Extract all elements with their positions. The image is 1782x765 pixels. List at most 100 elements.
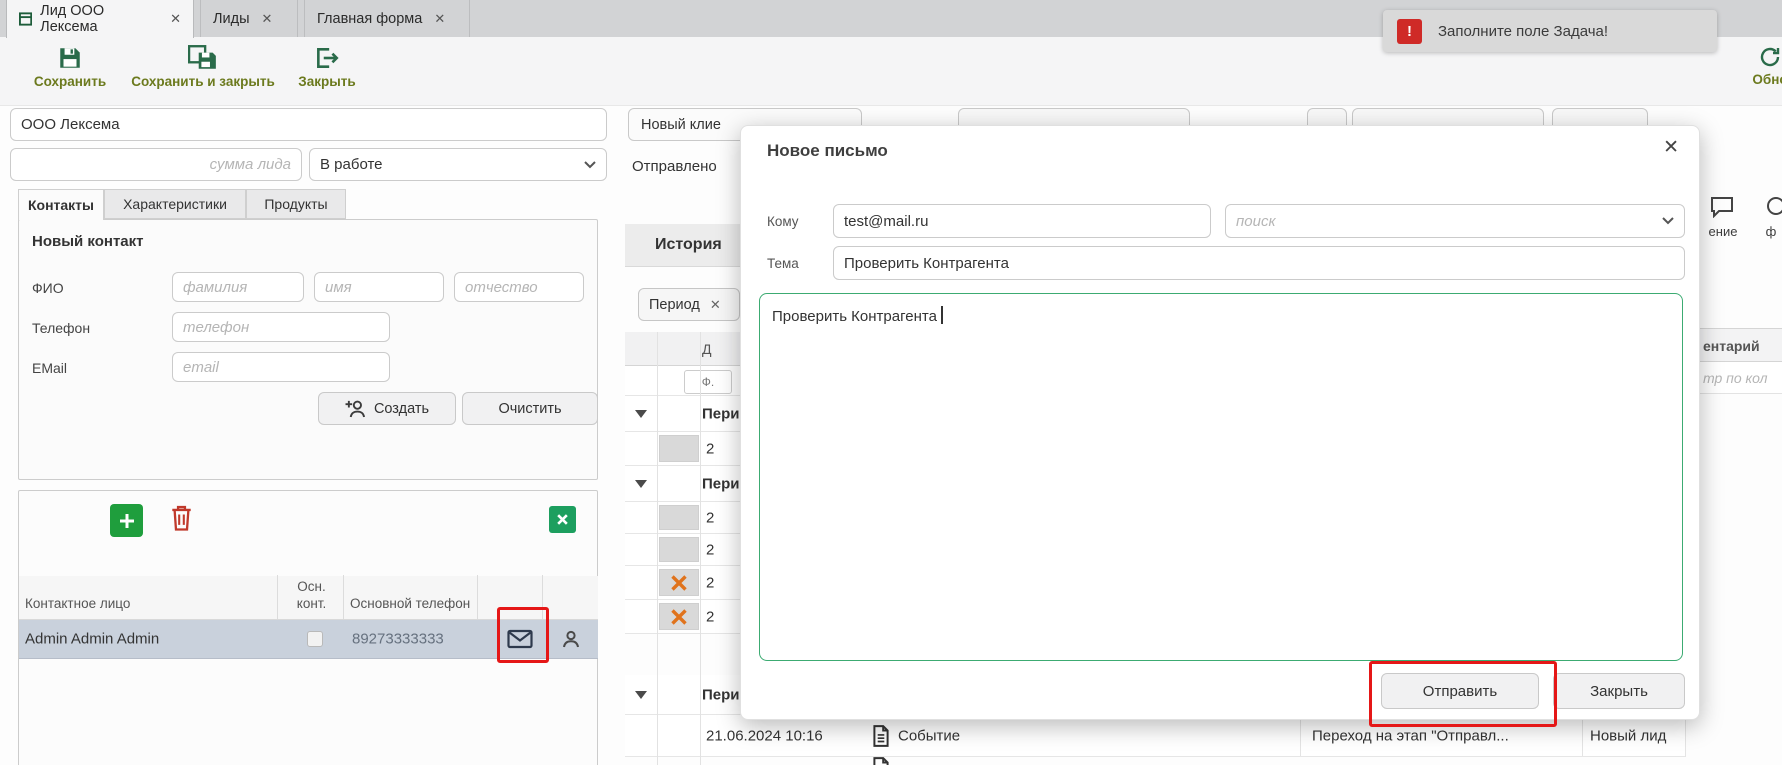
to-label: Кому xyxy=(767,214,799,229)
excel-x-icon xyxy=(556,513,569,526)
row-marker-cell xyxy=(659,505,699,530)
save-close-icon xyxy=(188,45,218,71)
recipient-search-select[interactable]: поиск xyxy=(1225,204,1685,238)
new-client-label: Новый клие xyxy=(641,117,721,133)
text-cursor xyxy=(941,306,943,324)
triangle-down-icon[interactable] xyxy=(635,410,647,418)
tab-characteristics-label: Характеристики xyxy=(123,196,227,212)
row-date: 2 xyxy=(706,608,714,625)
event-stage: Новый лид xyxy=(1590,727,1666,744)
export-excel-button[interactable] xyxy=(549,506,576,533)
clear-contact-button[interactable]: Очистить xyxy=(462,392,598,425)
refresh-button[interactable]: Обно xyxy=(1740,45,1782,87)
validation-toast: ! Заполните поле Задача! xyxy=(1383,10,1717,52)
search-placeholder: поиск xyxy=(1236,213,1276,230)
new-contact-title: Новый контакт xyxy=(32,233,144,250)
col-contact-person: Контактное лицо xyxy=(19,575,278,619)
middlename-input[interactable] xyxy=(454,272,584,302)
annotation-envelope xyxy=(497,607,549,663)
sent-status-text: Отправлено xyxy=(632,152,717,180)
save-and-close-button[interactable]: Сохранить и закрыть xyxy=(128,45,278,89)
close-icon[interactable]: ✕ xyxy=(710,297,721,313)
trash-icon xyxy=(170,504,193,532)
history-filter-text: Ф. xyxy=(702,375,714,389)
col-main-phone: Основной телефон xyxy=(344,575,478,619)
tab-label: Главная форма xyxy=(317,11,422,27)
history-filter-input[interactable]: Ф. xyxy=(684,370,732,394)
history-col-header: Д xyxy=(702,341,711,357)
firstname-input[interactable] xyxy=(314,272,444,302)
save-button[interactable]: Сохранить xyxy=(30,45,110,89)
contact-phone: 89273333333 xyxy=(352,631,444,648)
close-icon[interactable]: ✕ xyxy=(434,11,445,27)
to-input[interactable] xyxy=(833,204,1211,238)
add-contact-button[interactable] xyxy=(110,504,143,537)
right-panel-button[interactable] xyxy=(1766,196,1782,221)
tab-contacts-label: Контакты xyxy=(28,197,94,213)
save-icon xyxy=(57,45,83,71)
dialog-title: Новое письмо xyxy=(767,141,888,161)
tab-label: Лиды xyxy=(213,11,250,27)
discussion-button[interactable] xyxy=(1710,196,1734,223)
save-and-close-label: Сохранить и закрыть xyxy=(131,74,275,89)
close-form-button[interactable]: Закрыть xyxy=(290,45,364,89)
history-title: История xyxy=(655,224,722,266)
period-filter-chip[interactable]: Период ✕ xyxy=(638,288,740,321)
event-date: 21.06.2024 10:16 xyxy=(706,727,823,744)
right-panel-button-label: ф xyxy=(1756,224,1782,239)
delete-contact-button[interactable] xyxy=(170,504,193,537)
phone-input[interactable] xyxy=(172,312,390,342)
col-person-action xyxy=(543,575,598,619)
close-icon[interactable]: ✕ xyxy=(1663,136,1679,159)
contact-person-icon[interactable] xyxy=(561,629,581,654)
document-icon xyxy=(872,725,890,752)
close-icon[interactable]: ✕ xyxy=(170,11,181,27)
create-contact-button[interactable]: Создать xyxy=(318,392,456,425)
tab-characteristics[interactable]: Характеристики xyxy=(104,189,246,219)
close-dialog-button[interactable]: Закрыть xyxy=(1553,673,1685,709)
tab-lead-ooo-leksema[interactable]: Лид ООО Лексема ✕ xyxy=(6,0,194,38)
close-dialog-label: Закрыть xyxy=(1590,683,1648,700)
tab-products-label: Продукты xyxy=(264,196,327,212)
row-marker-cell xyxy=(659,537,699,562)
lead-sum-input[interactable] xyxy=(10,148,302,181)
tab-contacts[interactable]: Контакты xyxy=(18,189,104,220)
event-comment: Переход на этап "Отправл... xyxy=(1312,727,1574,744)
person-icon xyxy=(561,629,581,649)
person-add-icon xyxy=(345,399,366,418)
main-contact-checkbox[interactable] xyxy=(307,631,323,647)
row-date: 2 xyxy=(706,541,714,558)
clear-contact-label: Очистить xyxy=(498,401,561,417)
document-icon xyxy=(872,757,890,765)
lastname-input[interactable] xyxy=(172,272,304,302)
comment-icon xyxy=(1710,196,1734,218)
row-marker-cell xyxy=(659,569,699,596)
refresh-label: Обно xyxy=(1752,72,1782,87)
grid-line xyxy=(657,332,658,765)
tab-products[interactable]: Продукты xyxy=(246,189,346,219)
email-input[interactable] xyxy=(172,352,390,382)
triangle-down-icon[interactable] xyxy=(635,691,647,699)
period-chip-label: Период xyxy=(649,297,700,313)
column-filter-input[interactable]: тр по кол xyxy=(1700,362,1782,394)
lead-status-select[interactable]: В работе xyxy=(309,148,607,181)
tab-leads[interactable]: Лиды ✕ xyxy=(200,0,298,37)
col-main-contact: Осн. конт. xyxy=(278,575,344,619)
new-contact-groupbox xyxy=(18,219,598,480)
tab-main-form[interactable]: Главная форма ✕ xyxy=(304,0,470,37)
toast-text: Заполните поле Задача! xyxy=(1438,23,1608,40)
close-icon[interactable]: ✕ xyxy=(262,11,273,27)
email-body-text: Проверить Контрагента xyxy=(772,308,937,325)
email-body-input[interactable]: Проверить Контрагента xyxy=(759,293,1683,661)
circle-icon xyxy=(1766,196,1782,216)
event-type: Событие xyxy=(898,727,960,744)
email-label: EMail xyxy=(32,360,67,376)
lead-name-field[interactable]: ООО Лексема xyxy=(10,108,607,141)
subject-input[interactable] xyxy=(833,246,1685,280)
row-date: 2 xyxy=(706,574,714,591)
lead-name-value: ООО Лексема xyxy=(21,116,120,133)
triangle-down-icon[interactable] xyxy=(635,480,647,488)
form-icon xyxy=(19,12,32,26)
exit-icon xyxy=(314,45,340,71)
fio-label: ФИО xyxy=(32,280,64,296)
